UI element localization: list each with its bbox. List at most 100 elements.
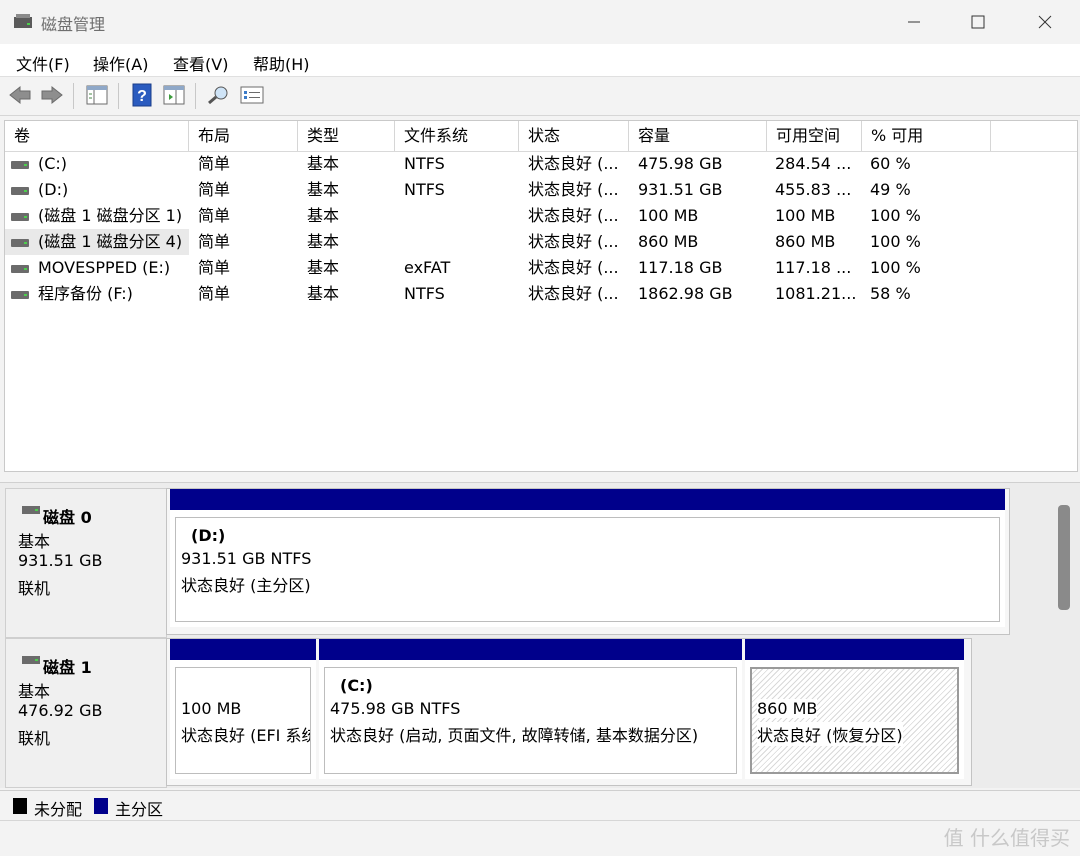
menu-view[interactable]: 查看(V) bbox=[173, 51, 228, 75]
cell-cap: 100 MB bbox=[638, 206, 699, 225]
cell-pct: 100 % bbox=[870, 206, 921, 225]
column-header-volume[interactable]: 卷 bbox=[5, 121, 189, 151]
cell-vol: MOVESPPED (E:) bbox=[38, 258, 171, 277]
cell-layout: 简单 bbox=[198, 284, 231, 303]
legend: 未分配 主分区 bbox=[0, 790, 1080, 821]
cell-fs bbox=[404, 203, 516, 229]
disk-graphical-view: 磁盘 0 基本 931.51 GB 联机 (D:) 931.51 GB NTFS… bbox=[0, 483, 1080, 788]
volume-row[interactable]: 程序备份 (F:) 简单 基本 NTFS 状态良好 (... 1862.98 GB 1081… bbox=[5, 281, 1005, 307]
cell-fs: NTFS bbox=[404, 284, 445, 303]
disk-state: 联机 bbox=[18, 729, 51, 748]
settings-icon[interactable] bbox=[240, 85, 264, 105]
volume-row[interactable]: (C:) 简单 基本 NTFS 状态良好 (... 475.98 GB 284.54 ...… bbox=[5, 151, 1005, 177]
minimize-button[interactable] bbox=[884, 0, 944, 44]
menu-file[interactable]: 文件(F) bbox=[16, 51, 70, 75]
cell-vol: (磁盘 1 磁盘分区 1) bbox=[38, 206, 183, 225]
cell-status: 状态良好 (... bbox=[528, 154, 619, 173]
list-header: 卷 布局 类型 文件系统 状态 容量 可用空间 % 可用 bbox=[5, 121, 1077, 152]
cell-layout: 简单 bbox=[198, 258, 231, 277]
cell-layout: 简单 bbox=[198, 180, 231, 199]
legend-swatch-primary bbox=[94, 798, 108, 814]
scrollbar-thumb[interactable] bbox=[1058, 505, 1070, 610]
volume-row[interactable]: (磁盘 1 磁盘分区 4) 简单 基本 状态良好 (... 860 MB 860 MB 10… bbox=[5, 229, 1005, 255]
column-header-status[interactable]: 状态 bbox=[519, 121, 629, 151]
partition-c[interactable]: (C:) 475.98 GB NTFS 状态良好 (启动, 页面文件, 故障转储… bbox=[319, 639, 742, 779]
help-icon[interactable]: ? bbox=[132, 83, 152, 107]
cell-status: 状态良好 (... bbox=[528, 206, 619, 225]
cell-cap: 931.51 GB bbox=[638, 180, 723, 199]
partition-title: (D:) bbox=[191, 526, 226, 545]
partition-body: (D:) 931.51 GB NTFS 状态良好 (主分区) bbox=[175, 517, 1000, 622]
disk-name: 磁盘 0 bbox=[43, 508, 92, 527]
disk-1-label[interactable]: 磁盘 1 基本 476.92 GB 联机 bbox=[5, 638, 167, 788]
volume-row[interactable]: MOVESPPED (E:) 简单 基本 exFAT 状态良好 (... 117.18 G… bbox=[5, 255, 1005, 281]
back-icon[interactable] bbox=[8, 84, 32, 106]
column-header-layout[interactable]: 布局 bbox=[189, 121, 298, 151]
cell-pct: 100 % bbox=[870, 258, 921, 277]
cell-type: 基本 bbox=[307, 206, 340, 225]
cell-layout: 简单 bbox=[198, 232, 231, 251]
properties-icon[interactable] bbox=[163, 85, 185, 105]
disk-name: 磁盘 1 bbox=[43, 658, 92, 677]
partition-d[interactable]: (D:) 931.51 GB NTFS 状态良好 (主分区) bbox=[170, 489, 1005, 627]
maximize-button[interactable] bbox=[948, 0, 1008, 44]
volume-row[interactable]: (D:) 简单 基本 NTFS 状态良好 (... 931.51 GB 455.83 ...… bbox=[5, 177, 1005, 203]
svg-text:?: ? bbox=[137, 88, 147, 105]
column-header-percent-free[interactable]: % 可用 bbox=[862, 121, 991, 151]
pane-splitter[interactable] bbox=[0, 472, 1080, 483]
status-bar: 值 什么值得买 bbox=[0, 820, 1080, 856]
partition-body-selected: 860 MB 状态良好 (恢复分区) bbox=[750, 667, 959, 774]
disk-management-icon bbox=[14, 14, 32, 28]
disk-state: 联机 bbox=[18, 579, 51, 598]
partition-efi[interactable]: 100 MB 状态良好 (EFI 系统 bbox=[170, 639, 316, 779]
menu-help[interactable]: 帮助(H) bbox=[253, 51, 310, 75]
drive-icon bbox=[11, 213, 29, 221]
disk-0-partitions: (D:) 931.51 GB NTFS 状态良好 (主分区) bbox=[166, 488, 1010, 635]
disk-0-label[interactable]: 磁盘 0 基本 931.51 GB 联机 bbox=[5, 488, 167, 638]
cell-status: 状态良好 (... bbox=[528, 180, 619, 199]
window-title: 磁盘管理 bbox=[41, 15, 106, 34]
menu-action[interactable]: 操作(A) bbox=[93, 51, 148, 75]
cell-type: 基本 bbox=[307, 258, 340, 277]
partition-size: 931.51 GB NTFS bbox=[181, 549, 312, 568]
column-header-capacity[interactable]: 容量 bbox=[629, 121, 767, 151]
disk-type: 基本 bbox=[18, 682, 51, 701]
column-header-filesystem[interactable]: 文件系统 bbox=[395, 121, 519, 151]
column-header-free-space[interactable]: 可用空间 bbox=[767, 121, 862, 151]
cell-vol: (D:) bbox=[38, 180, 69, 199]
partition-status: 状态良好 (启动, 页面文件, 故障转储, 基本数据分区) bbox=[330, 726, 699, 745]
disk-1-partitions: 100 MB 状态良好 (EFI 系统 (C:) 475.98 GB NTFS … bbox=[166, 638, 972, 786]
drive-icon bbox=[11, 291, 29, 299]
cell-pct: 60 % bbox=[870, 154, 911, 173]
rescan-icon[interactable] bbox=[207, 85, 231, 105]
cell-layout: 简单 bbox=[198, 206, 231, 225]
cell-free: 100 MB bbox=[775, 206, 836, 225]
cell-pct: 49 % bbox=[870, 180, 911, 199]
cell-cap: 860 MB bbox=[638, 232, 699, 251]
cell-type: 基本 bbox=[307, 232, 340, 251]
primary-partition-bar bbox=[170, 489, 1005, 510]
column-header-type[interactable]: 类型 bbox=[298, 121, 395, 151]
minimize-icon bbox=[908, 21, 920, 23]
console-tree-icon[interactable] bbox=[86, 85, 108, 105]
cell-free: 117.18 ... bbox=[775, 258, 852, 277]
partition-recovery[interactable]: 860 MB 状态良好 (恢复分区) bbox=[745, 639, 964, 779]
cell-free: 284.54 ... bbox=[775, 154, 852, 173]
cell-status: 状态良好 (... bbox=[528, 232, 619, 251]
close-button[interactable] bbox=[1015, 0, 1075, 44]
cell-vol: (磁盘 1 磁盘分区 4) bbox=[38, 232, 183, 251]
legend-label-unallocated: 未分配 bbox=[34, 800, 83, 819]
primary-partition-bar bbox=[319, 639, 742, 660]
volume-row[interactable]: (磁盘 1 磁盘分区 1) 简单 基本 状态良好 (... 100 MB 100 MB 10… bbox=[5, 203, 1005, 229]
partition-status: 状态良好 (主分区) bbox=[181, 576, 311, 595]
cell-status: 状态良好 (... bbox=[528, 258, 619, 277]
drive-icon bbox=[11, 187, 29, 195]
forward-icon[interactable] bbox=[40, 84, 64, 106]
cell-type: 基本 bbox=[307, 180, 340, 199]
cell-cap: 475.98 GB bbox=[638, 154, 723, 173]
cell-fs bbox=[404, 229, 516, 255]
menu-bar: 文件(F) 操作(A) 查看(V) 帮助(H) bbox=[0, 44, 1080, 77]
partition-size: 860 MB bbox=[757, 699, 818, 718]
partition-status: 状态良好 (EFI 系统 bbox=[181, 726, 311, 745]
vertical-scrollbar[interactable] bbox=[1055, 500, 1073, 610]
